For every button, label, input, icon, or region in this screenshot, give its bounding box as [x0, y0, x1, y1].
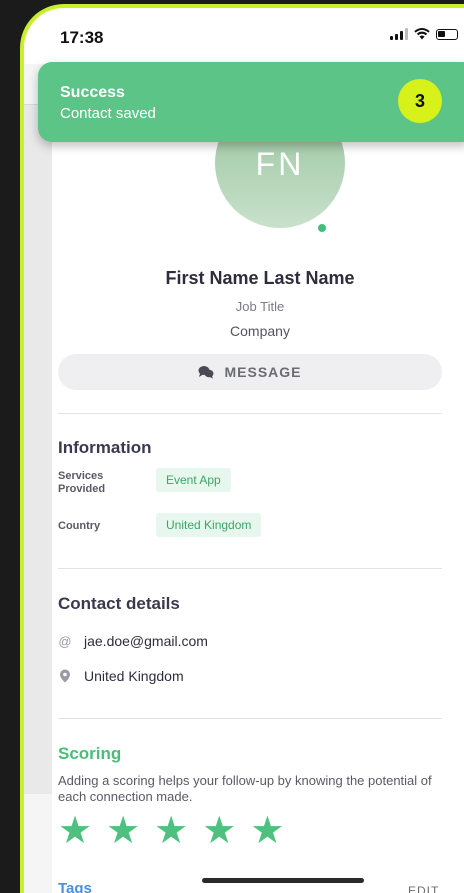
signal-icon — [390, 28, 408, 40]
location-pin-icon — [60, 669, 70, 683]
toast-message: Contact saved — [60, 105, 156, 122]
wifi-icon — [414, 28, 430, 40]
star-icon[interactable]: ★ — [58, 812, 92, 850]
star-icon[interactable]: ★ — [202, 812, 236, 850]
location-row: United Kingdom — [58, 668, 184, 684]
email-row[interactable]: @ jae.doe@gmail.com — [58, 633, 208, 649]
chat-bubbles-icon — [198, 366, 214, 379]
online-status-indicator — [316, 222, 328, 234]
status-bar: 17:38 — [24, 8, 464, 64]
avatar-initials: FN — [255, 146, 305, 182]
scoring-description: Adding a scoring helps your follow-up by… — [58, 773, 432, 804]
contact-details-title: Contact details — [58, 594, 180, 613]
tags-title: Tags — [58, 880, 92, 893]
information-title: Information — [58, 438, 152, 457]
success-toast[interactable]: Success Contact saved 3 — [38, 62, 464, 142]
divider — [58, 568, 442, 569]
star-rating[interactable]: ★ ★ ★ ★ ★ — [58, 812, 284, 850]
star-icon[interactable]: ★ — [154, 812, 188, 850]
tags-edit-button[interactable]: EDIT — [408, 884, 439, 893]
divider — [58, 413, 442, 414]
divider — [58, 718, 442, 719]
contact-email: jae.doe@gmail.com — [84, 633, 208, 649]
contact-location: United Kingdom — [84, 668, 184, 684]
contact-name: First Name Last Name — [165, 268, 355, 288]
info-label-services: Services Provided — [58, 470, 106, 495]
scoring-title: Scoring — [58, 744, 122, 763]
info-chip-country: United Kingdom — [156, 513, 262, 537]
status-time: 17:38 — [60, 28, 104, 47]
toast-count-badge: 3 — [398, 79, 442, 123]
contact-company: Company — [230, 323, 290, 339]
toast-title: Success — [60, 84, 125, 101]
home-indicator — [202, 878, 364, 883]
battery-icon — [436, 28, 458, 40]
star-icon[interactable]: ★ — [106, 812, 140, 850]
at-sign-icon: @ — [58, 633, 72, 649]
contact-card: FN First Name Last Name Job Title Compan… — [52, 98, 464, 893]
status-icons — [390, 28, 458, 40]
info-chip-services: Event App — [156, 468, 231, 492]
message-button-label: MESSAGE — [224, 364, 302, 380]
background-band — [24, 104, 52, 794]
message-button[interactable]: MESSAGE — [58, 354, 442, 390]
phone-frame: 17:38 FN First Name Last Name Job Title … — [20, 4, 464, 893]
info-label-country: Country — [58, 520, 101, 532]
star-icon[interactable]: ★ — [250, 812, 284, 850]
contact-job-title: Job Title — [235, 299, 285, 314]
